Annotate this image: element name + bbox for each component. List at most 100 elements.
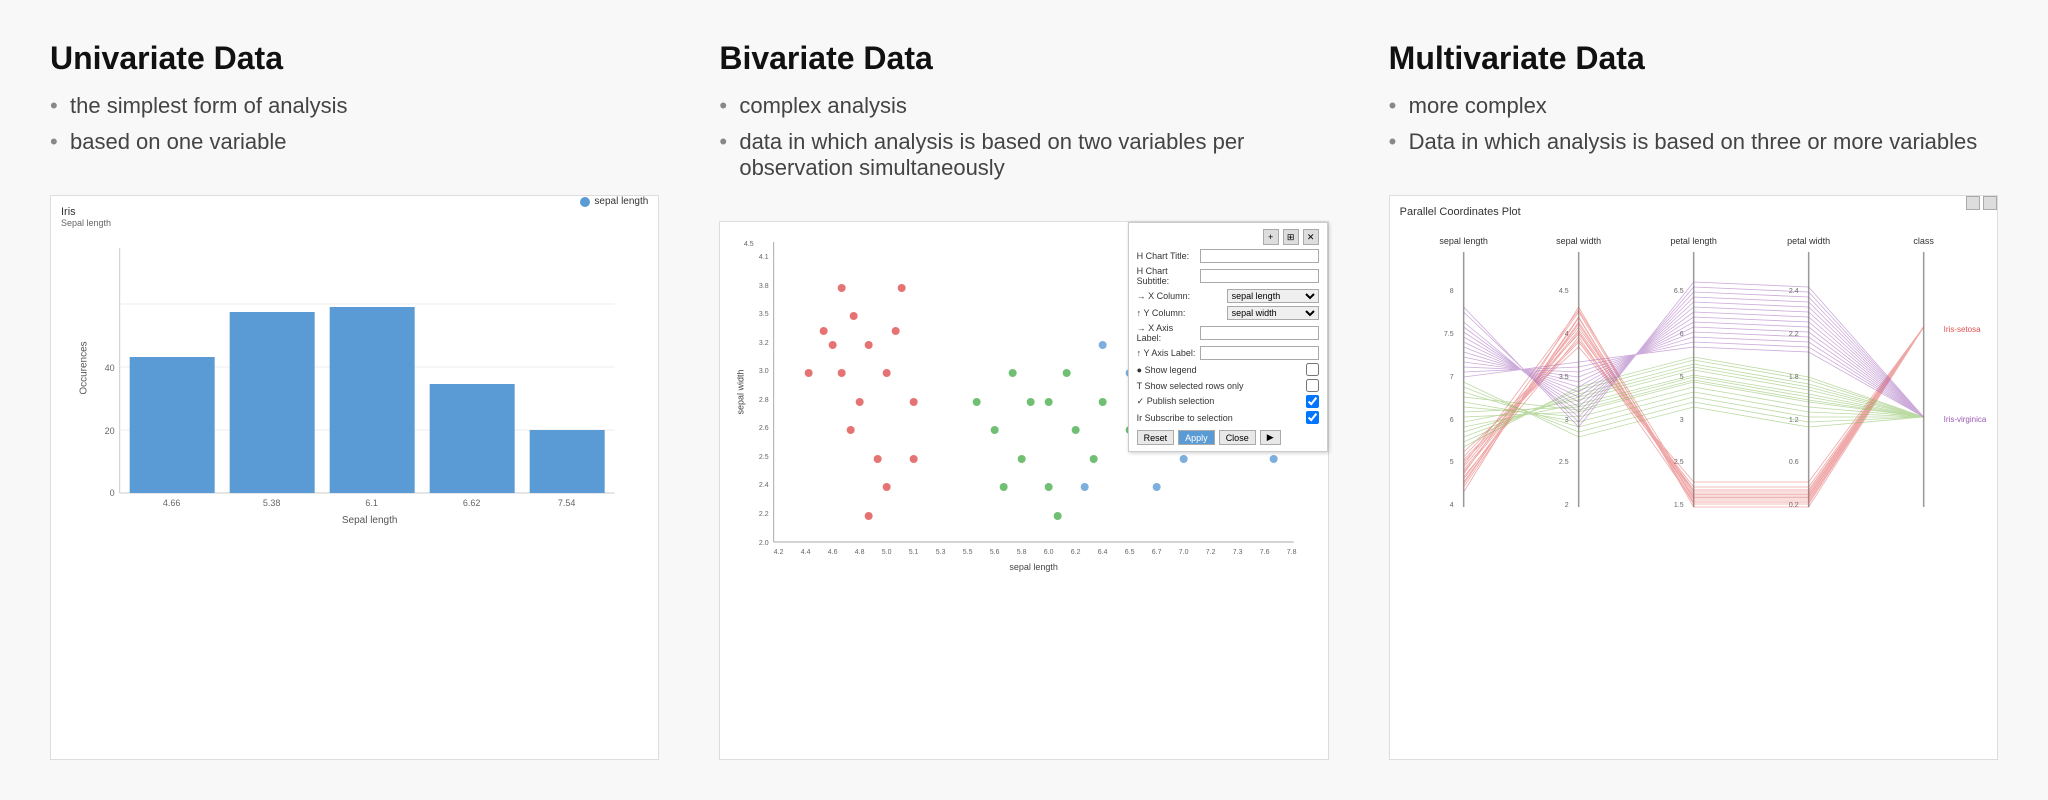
parallel-icon-row [1966,196,1997,210]
svg-text:1.2: 1.2 [1789,417,1799,424]
scatter-config-panel: + ⊞ ✕ H Chart Title: H Chart Subtitle: →… [1128,222,1328,452]
svg-text:5: 5 [1449,459,1453,466]
bivariate-title: Bivariate Data [719,40,1328,77]
svg-text:3.5: 3.5 [759,311,769,318]
svg-text:Iris-virginica: Iris-virginica [1943,415,1986,424]
chart-subtitle-row: H Chart Subtitle: [1137,266,1319,286]
multivariate-bullet-2: Data in which analysis is based on three… [1389,129,1998,155]
show-legend-checkbox[interactable] [1306,363,1319,376]
svg-text:Sepal length: Sepal length [342,515,398,526]
svg-text:0: 0 [110,488,115,498]
show-legend-row: ● Show legend [1137,363,1319,376]
svg-text:7.2: 7.2 [1206,549,1216,556]
svg-text:4.2: 4.2 [774,549,784,556]
bivariate-bullet-2: data in which analysis is based on two v… [719,129,1328,181]
svg-text:sepal width: sepal width [1556,236,1601,246]
svg-text:Iris-setosa: Iris-setosa [1943,325,1980,334]
x-column-row: → X Column: sepal length [1137,289,1319,303]
parallel-chart: Parallel Coordinates Plot sepal length s… [1389,195,1998,760]
x-axis-label-row: → X Axis Label: [1137,323,1319,343]
chart-subtitle-label: H Chart Subtitle: [1137,266,1200,286]
svg-text:6.1: 6.1 [365,498,378,508]
svg-text:6.0: 6.0 [1044,549,1054,556]
bivariate-column: Bivariate Data complex analysis data in … [689,20,1358,780]
svg-text:7.8: 7.8 [1287,549,1297,556]
x-column-label: → X Column: [1137,291,1227,301]
show-selected-checkbox[interactable] [1306,379,1319,392]
publish-row: ✓ Publish selection [1137,395,1319,408]
svg-text:6.62: 6.62 [463,498,481,508]
chart-title-input[interactable] [1200,249,1319,263]
svg-text:sepal width: sepal width [736,369,746,414]
svg-text:2.2: 2.2 [759,511,769,518]
univariate-column: Univariate Data the simplest form of ana… [20,20,689,780]
x-axis-label-input[interactable] [1200,326,1319,340]
svg-text:2: 2 [1564,502,1568,509]
multivariate-bullets: more complex Data in which analysis is b… [1389,93,1998,165]
svg-text:3.2: 3.2 [759,340,769,347]
svg-text:5.8: 5.8 [1017,549,1027,556]
svg-text:Occurences: Occurences [79,341,90,394]
svg-text:4.5: 4.5 [744,241,754,248]
svg-text:5.5: 5.5 [963,549,973,556]
svg-text:4.4: 4.4 [801,549,811,556]
svg-text:5.1: 5.1 [909,549,919,556]
svg-text:40: 40 [105,363,115,373]
svg-text:sepal length: sepal length [1439,236,1488,246]
chart-title-row: H Chart Title: [1137,249,1319,263]
x-column-select[interactable]: sepal length [1227,289,1319,303]
histogram-svg: 0 20 40 4.66 5.38 6.1 6.62 7.54 Sepal le… [61,238,648,528]
x-axis-label-label: → X Axis Label: [1137,323,1200,343]
apply-button[interactable]: Apply [1178,430,1215,445]
svg-text:4.66: 4.66 [163,498,181,508]
multivariate-title: Multivariate Data [1389,40,1998,77]
config-close-icon[interactable]: ✕ [1303,229,1319,245]
subscribe-row: Ir Subscribe to selection [1137,411,1319,424]
svg-text:20: 20 [105,426,115,436]
chart-title-label: H Chart Title: [1137,251,1200,261]
reset-button[interactable]: Reset [1137,430,1175,445]
svg-text:7.54: 7.54 [558,498,576,508]
config-grid-icon[interactable]: ⊞ [1283,229,1299,245]
scatter-chart: + ⊞ ✕ H Chart Title: H Chart Subtitle: →… [719,221,1328,760]
legend-dot [580,197,590,207]
histogram-legend: sepal length [580,196,648,207]
close-button[interactable]: Close [1219,430,1256,445]
expand-button[interactable]: ▶ [1260,430,1281,445]
svg-text:petal length: petal length [1670,236,1717,246]
svg-text:4.5: 4.5 [1559,288,1569,295]
subscribe-checkbox[interactable] [1306,411,1319,424]
chart-subtitle-input[interactable] [1200,269,1319,283]
svg-text:5.6: 5.6 [990,549,1000,556]
subscribe-label: Ir Subscribe to selection [1137,413,1267,423]
svg-text:2.6: 2.6 [759,425,769,432]
svg-text:5.3: 5.3 [936,549,946,556]
y-axis-label-input[interactable] [1200,346,1319,360]
svg-text:7.6: 7.6 [1260,549,1270,556]
univariate-bullets: the simplest form of analysis based on o… [50,93,659,165]
svg-text:5.38: 5.38 [263,498,281,508]
svg-text:3: 3 [1679,417,1683,424]
histogram-chart: Iris Sepal length sepal length 0 20 40 [50,195,659,760]
svg-text:7: 7 [1449,374,1453,381]
y-column-label: ↑ Y Column: [1137,308,1227,318]
svg-text:4.1: 4.1 [759,254,769,261]
parallel-icon-1[interactable] [1966,196,1980,210]
svg-text:6.4: 6.4 [1098,549,1108,556]
svg-text:5.0: 5.0 [882,549,892,556]
y-column-select[interactable]: sepal width [1227,306,1319,320]
svg-text:2.5: 2.5 [759,454,769,461]
config-plus-icon[interactable]: + [1263,229,1279,245]
univariate-title: Univariate Data [50,40,659,77]
svg-text:6: 6 [1449,417,1453,424]
parallel-chart-title: Parallel Coordinates Plot [1400,206,1521,218]
parallel-icon-2[interactable] [1983,196,1997,210]
config-icon-row: + ⊞ ✕ [1137,229,1319,245]
svg-text:6.5: 6.5 [1125,549,1135,556]
publish-label: ✓ Publish selection [1137,396,1267,407]
show-selected-label: T Show selected rows only [1137,381,1267,391]
svg-text:0.2: 0.2 [1789,502,1799,509]
svg-text:0.6: 0.6 [1789,459,1799,466]
publish-checkbox[interactable] [1306,395,1319,408]
show-selected-row: T Show selected rows only [1137,379,1319,392]
